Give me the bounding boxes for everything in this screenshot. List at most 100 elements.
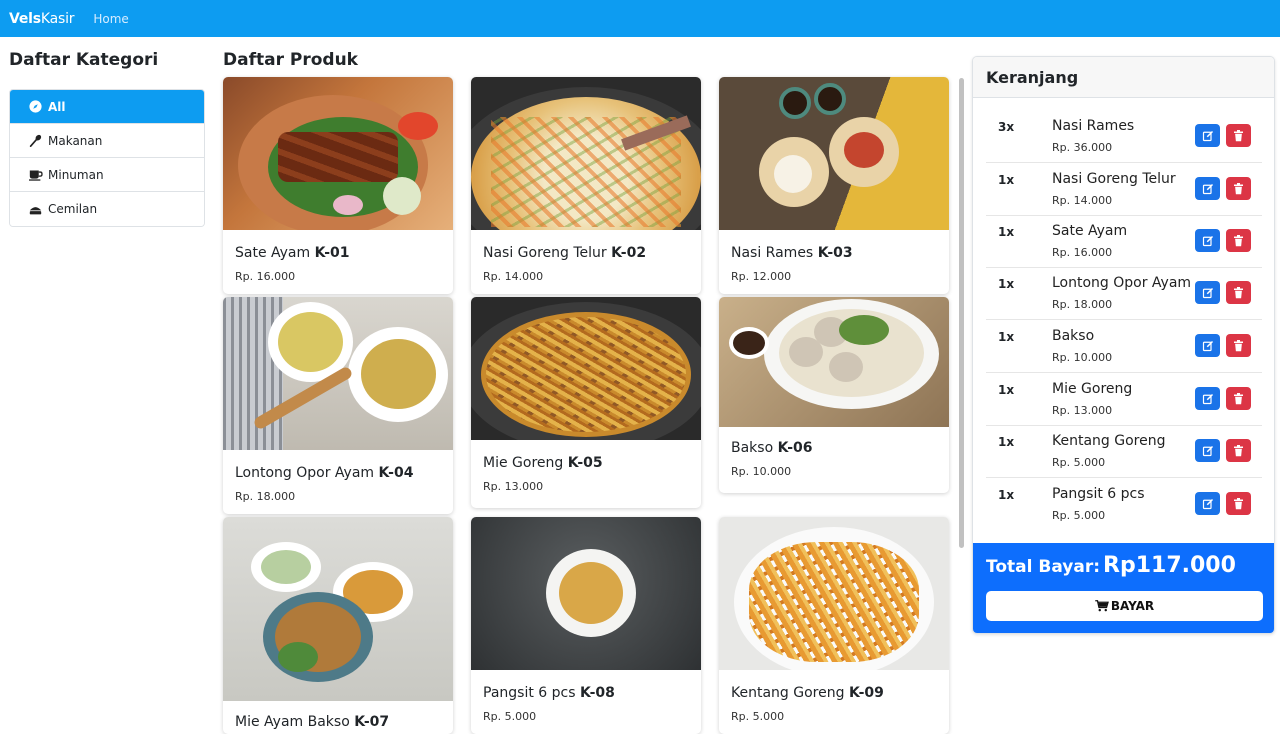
product-price: Rp. 12.000 bbox=[731, 270, 792, 283]
category-item-all[interactable]: All bbox=[10, 90, 204, 124]
cart-item-price: Rp. 14.000 bbox=[1052, 194, 1113, 207]
cart-item-price: Rp. 5.000 bbox=[1052, 456, 1106, 469]
product-card-lontong-opor-ayam[interactable]: Lontong Opor Ayam K-04 Rp. 18.000 bbox=[223, 297, 453, 514]
cart-item-name: Sate Ayam bbox=[1052, 223, 1128, 239]
edit-icon bbox=[1202, 393, 1213, 404]
cart-item-name: Nasi Goreng Telur bbox=[1052, 171, 1176, 187]
product-card-sate-ayam[interactable]: Sate Ayam K-01 Rp. 16.000 bbox=[223, 77, 453, 294]
edit-icon bbox=[1202, 445, 1213, 456]
cart-item-price: Rp. 36.000 bbox=[1052, 141, 1113, 154]
compass-icon bbox=[27, 100, 43, 114]
cart-item: 1x Pangsit 6 pcs Rp. 5.000 bbox=[986, 478, 1262, 531]
trash-icon bbox=[1234, 497, 1243, 509]
category-item-minuman[interactable]: Minuman bbox=[10, 158, 204, 192]
category-label: Minuman bbox=[48, 167, 104, 182]
cart-item-name: Nasi Rames bbox=[1052, 118, 1135, 134]
category-title: Daftar Kategori bbox=[9, 50, 159, 70]
product-price: Rp. 18.000 bbox=[235, 490, 296, 503]
product-image bbox=[719, 517, 949, 670]
product-image bbox=[223, 297, 453, 450]
cake-icon bbox=[27, 202, 43, 216]
cart-item-price: Rp. 10.000 bbox=[1052, 351, 1113, 364]
total-display: Total Bayar: Rp117.000 bbox=[986, 553, 1236, 578]
cart-title: Keranjang bbox=[973, 57, 1274, 98]
delete-button[interactable] bbox=[1226, 124, 1251, 147]
delete-button[interactable] bbox=[1226, 334, 1251, 357]
cart-item-qty: 1x bbox=[998, 173, 1015, 187]
delete-button[interactable] bbox=[1226, 177, 1251, 200]
cart-item: 1x Kentang Goreng Rp. 5.000 bbox=[986, 425, 1262, 478]
trash-icon bbox=[1234, 444, 1243, 456]
pay-label: BAYAR bbox=[1110, 599, 1155, 613]
cart-item-price: Rp. 5.000 bbox=[1052, 509, 1106, 522]
product-card-kentang-goreng[interactable]: Kentang Goreng K-09 Rp. 5.000 bbox=[719, 517, 949, 734]
delete-button[interactable] bbox=[1226, 387, 1251, 410]
cart-item-price: Rp. 18.000 bbox=[1052, 298, 1113, 311]
cart-item-qty: 1x bbox=[998, 277, 1015, 291]
trash-icon bbox=[1234, 392, 1243, 404]
product-price: Rp. 13.000 bbox=[483, 480, 544, 493]
edit-button[interactable] bbox=[1195, 492, 1220, 515]
cart-item-price: Rp. 16.000 bbox=[1052, 246, 1113, 259]
scrollbar-thumb[interactable] bbox=[959, 78, 964, 548]
edit-button[interactable] bbox=[1195, 229, 1220, 252]
delete-button[interactable] bbox=[1226, 229, 1251, 252]
brand-rest: Kasir bbox=[40, 10, 75, 27]
cart-item-qty: 1x bbox=[998, 383, 1015, 397]
edit-button[interactable] bbox=[1195, 334, 1220, 357]
nav-home-link[interactable]: Home bbox=[93, 12, 128, 26]
product-card-bakso[interactable]: Bakso K-06 Rp. 10.000 bbox=[719, 297, 949, 493]
product-card-mie-goreng[interactable]: Mie Goreng K-05 Rp. 13.000 bbox=[471, 297, 701, 508]
product-name: Lontong Opor Ayam K-04 bbox=[235, 465, 414, 481]
delete-button[interactable] bbox=[1226, 492, 1251, 515]
cart-item-name: Pangsit 6 pcs bbox=[1052, 486, 1145, 502]
product-image bbox=[471, 517, 701, 670]
cart-item-qty: 1x bbox=[998, 225, 1015, 239]
pay-button[interactable]: BAYAR bbox=[986, 591, 1263, 621]
product-name: Sate Ayam K-01 bbox=[235, 245, 350, 261]
product-name: Nasi Rames K-03 bbox=[731, 245, 853, 261]
product-price: Rp. 16.000 bbox=[235, 270, 296, 283]
edit-icon bbox=[1202, 235, 1213, 246]
edit-button[interactable] bbox=[1195, 387, 1220, 410]
category-label: All bbox=[48, 99, 66, 114]
product-name: Nasi Goreng Telur K-02 bbox=[483, 245, 647, 261]
brand-bold: Vels bbox=[9, 10, 41, 27]
trash-icon bbox=[1234, 129, 1243, 141]
product-card-mie-ayam-bakso[interactable]: Mie Ayam Bakso K-07 bbox=[223, 517, 453, 734]
product-price: Rp. 5.000 bbox=[483, 710, 537, 723]
product-price: Rp. 10.000 bbox=[731, 465, 792, 478]
product-name: Bakso K-06 bbox=[731, 440, 813, 456]
cart-item: 3x Nasi Rames Rp. 36.000 bbox=[986, 110, 1262, 163]
product-image bbox=[719, 297, 949, 427]
product-image bbox=[471, 77, 701, 230]
cart-item-name: Lontong Opor Ayam bbox=[1052, 275, 1192, 291]
product-image bbox=[223, 517, 453, 701]
product-image bbox=[471, 297, 701, 440]
delete-button[interactable] bbox=[1226, 439, 1251, 462]
cart-footer: Total Bayar: Rp117.000 BAYAR bbox=[973, 543, 1274, 633]
category-item-makanan[interactable]: Makanan bbox=[10, 124, 204, 158]
product-name: Mie Ayam Bakso K-07 bbox=[235, 714, 390, 730]
cart-item-qty: 1x bbox=[998, 330, 1015, 344]
category-item-cemilan[interactable]: Cemilan bbox=[10, 192, 204, 226]
edit-button[interactable] bbox=[1195, 124, 1220, 147]
product-card-pangsit[interactable]: Pangsit 6 pcs K-08 Rp. 5.000 bbox=[471, 517, 701, 734]
edit-button[interactable] bbox=[1195, 439, 1220, 462]
category-label: Makanan bbox=[48, 133, 103, 148]
edit-button[interactable] bbox=[1195, 177, 1220, 200]
delete-button[interactable] bbox=[1226, 281, 1251, 304]
product-scrollbar[interactable] bbox=[957, 76, 966, 720]
cart-item: 1x Bakso Rp. 10.000 bbox=[986, 320, 1262, 373]
product-name: Mie Goreng K-05 bbox=[483, 455, 603, 471]
edit-icon bbox=[1202, 183, 1213, 194]
product-card-nasi-goreng-telur[interactable]: Nasi Goreng Telur K-02 Rp. 14.000 bbox=[471, 77, 701, 294]
edit-icon bbox=[1202, 340, 1213, 351]
cart-item-price: Rp. 13.000 bbox=[1052, 404, 1113, 417]
trash-icon bbox=[1234, 234, 1243, 246]
trash-icon bbox=[1234, 339, 1243, 351]
edit-button[interactable] bbox=[1195, 281, 1220, 304]
cart-item: 1x Sate Ayam Rp. 16.000 bbox=[986, 215, 1262, 268]
brand-logo[interactable]: VelsKasir bbox=[9, 10, 75, 27]
product-card-nasi-rames[interactable]: Nasi Rames K-03 Rp. 12.000 bbox=[719, 77, 949, 294]
